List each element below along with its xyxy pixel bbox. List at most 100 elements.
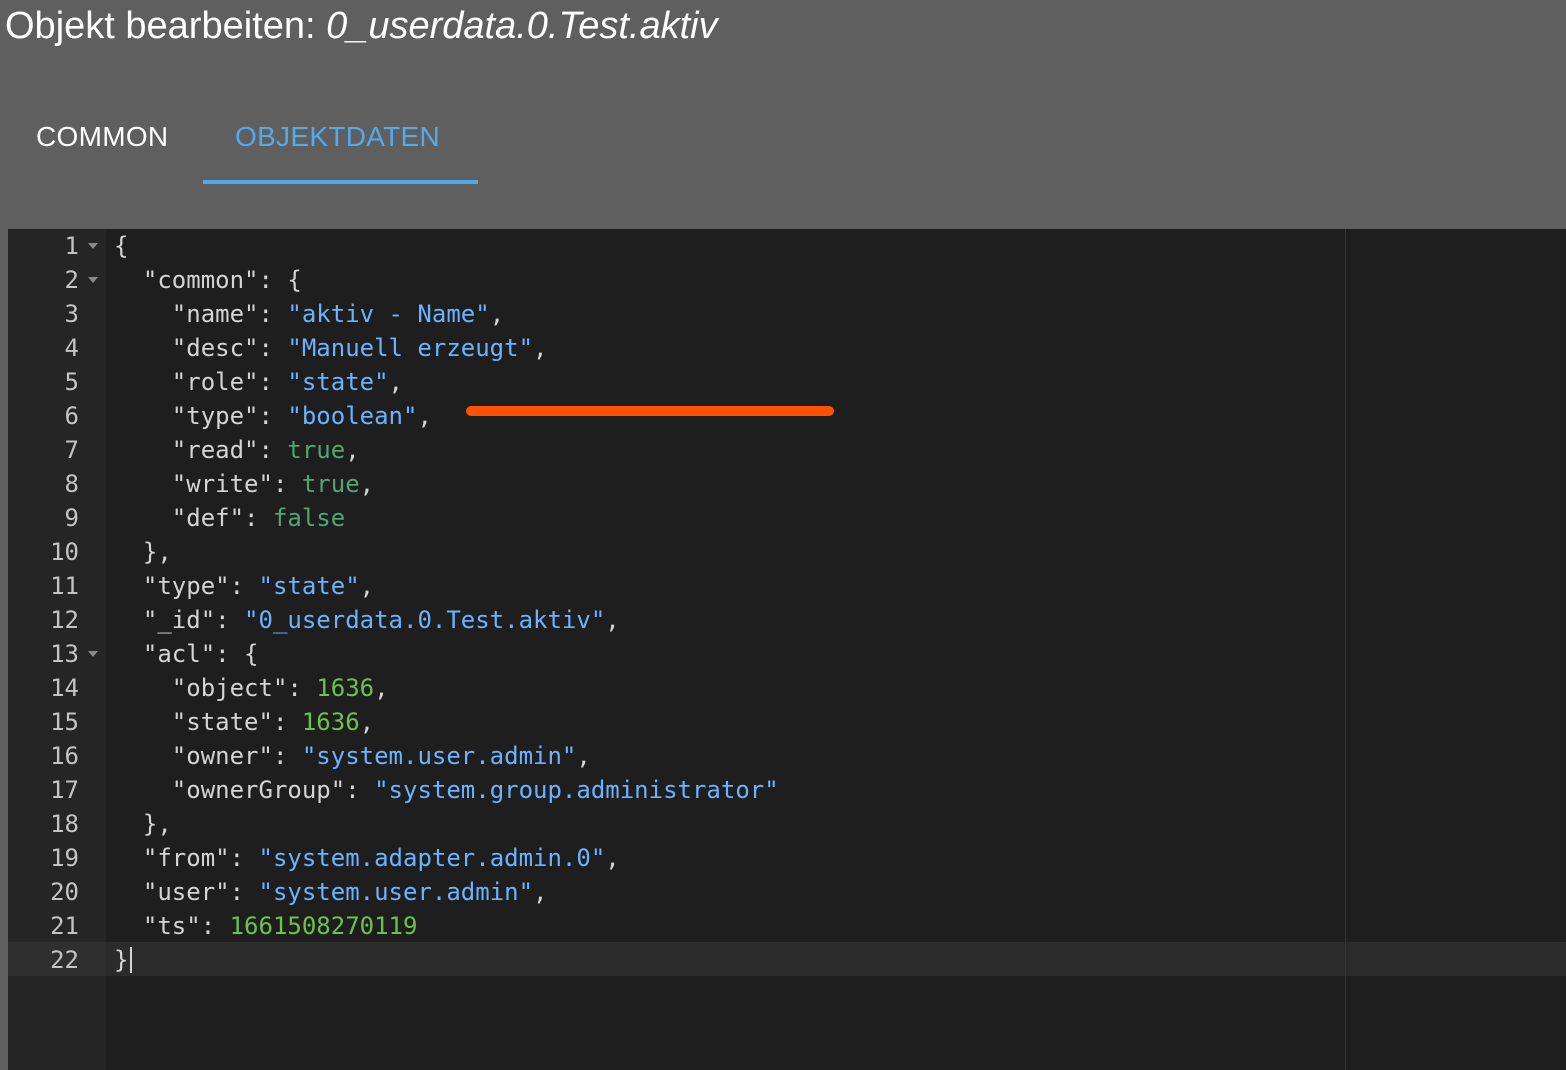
code-line: "desc": "Manuell erzeugt", [114, 331, 548, 365]
dialog-header: Objekt bearbeiten: 0_userdata.0.Test.akt… [0, 0, 1566, 229]
code-token: , [605, 844, 620, 872]
code-line: "role": "state", [114, 365, 403, 399]
code-token: "desc": [114, 334, 288, 362]
code-token: }, [114, 810, 172, 838]
active-tab-indicator [203, 180, 478, 184]
code-token: , [533, 878, 548, 906]
fold-toggle-icon[interactable] [88, 651, 98, 657]
code-token: "type": [114, 572, 259, 600]
tab-objektdaten[interactable]: OBJEKTDATEN [235, 118, 440, 156]
code-token: , [576, 742, 591, 770]
code-token: "ownerGroup": [114, 776, 375, 804]
code-token: "def": [114, 504, 273, 532]
print-margin [1345, 229, 1346, 1070]
code-token: { [114, 232, 129, 260]
title-object-id: 0_userdata.0.Test.aktiv [326, 5, 718, 47]
code-token: "common": { [114, 266, 302, 294]
line-number: 3 [64, 300, 79, 328]
json-code-editor[interactable]: 1 {2 "common": { 3 "name": "aktiv - Name",… [8, 229, 1566, 1070]
code-token: "object": [114, 674, 317, 702]
line-number: 4 [64, 334, 79, 362]
title-prefix: Objekt bearbeiten: [5, 5, 327, 47]
code-token: , [374, 674, 389, 702]
code-token: "state" [287, 368, 389, 396]
code-line: "write": true, [114, 467, 374, 501]
code-token: true [287, 436, 346, 464]
code-line: }, [114, 535, 172, 569]
code-token: true [301, 470, 360, 498]
code-line: "user": "system.user.admin", [114, 875, 548, 909]
code-token: "state": [114, 708, 302, 736]
code-token: "name": [114, 300, 288, 328]
line-number: 17 [50, 776, 79, 804]
code-token: "_id": [114, 606, 245, 634]
code-line: "from": "system.adapter.admin.0", [114, 841, 620, 875]
line-number: 19 [50, 844, 79, 872]
code-token: "user": [114, 878, 259, 906]
line-number: 20 [50, 878, 79, 906]
code-token: "aktiv - Name" [287, 300, 490, 328]
code-token: "system.adapter.admin.0" [258, 844, 606, 872]
code-token: , [489, 300, 505, 328]
code-token: "role": [114, 368, 288, 396]
code-token: , [359, 708, 375, 736]
code-token: false [272, 504, 346, 532]
code-line: "object": 1636, [114, 671, 389, 705]
code-token: "write": [114, 470, 302, 498]
line-number: 5 [64, 368, 79, 396]
text-cursor [130, 947, 132, 973]
line-number: 14 [50, 674, 79, 702]
code-token: "ts": [114, 912, 230, 940]
active-line-highlight [8, 942, 1566, 976]
code-line: } [114, 943, 128, 977]
code-token: "system.user.admin" [258, 878, 534, 906]
code-token: "Manuell erzeugt" [287, 334, 534, 362]
code-line: "def": false [114, 501, 345, 535]
dialog-title: Objekt bearbeiten: 0_userdata.0.Test.akt… [5, 2, 718, 50]
line-number: 22 [50, 946, 79, 974]
code-token: "boolean" [287, 402, 418, 430]
code-token: "system.group.administrator" [374, 776, 779, 804]
code-token: 1636 [301, 708, 360, 736]
code-token: }, [114, 538, 172, 566]
line-number: 15 [50, 708, 79, 736]
code-token: "from": [114, 844, 259, 872]
code-line: "ownerGroup": "system.group.administrato… [114, 773, 779, 807]
line-number: 6 [64, 402, 79, 430]
code-token: , [359, 470, 375, 498]
code-line: "_id": "0_userdata.0.Test.aktiv", [114, 603, 620, 637]
code-token: , [605, 606, 620, 634]
line-number: 18 [50, 810, 79, 838]
code-line: }, [114, 807, 172, 841]
code-line: "common": { [114, 263, 302, 297]
line-number: 21 [50, 912, 79, 940]
line-number: 12 [50, 606, 79, 634]
line-number: 9 [64, 504, 79, 532]
fold-toggle-icon[interactable] [88, 243, 98, 249]
line-number: 10 [50, 538, 79, 566]
tab-common[interactable]: COMMON [36, 118, 168, 156]
code-line: "type": "boolean", [114, 399, 432, 433]
code-token: "state" [258, 572, 360, 600]
line-number: 2 [64, 266, 79, 294]
code-token: , [388, 368, 403, 396]
code-line: "read": true, [114, 433, 360, 467]
code-token: "acl": { [114, 640, 259, 668]
code-line: "ts": 1661508270119 [114, 909, 418, 943]
code-token: , [345, 436, 360, 464]
code-token: "system.user.admin" [301, 742, 577, 770]
code-token: 1661508270119 [229, 912, 418, 940]
code-token: "type": [114, 402, 288, 430]
fold-toggle-icon[interactable] [88, 277, 98, 283]
code-token: "owner": [114, 742, 302, 770]
line-number: 1 [64, 232, 79, 260]
line-number: 16 [50, 742, 79, 770]
code-line: "name": "aktiv - Name", [114, 297, 504, 331]
line-number: 8 [64, 470, 79, 498]
code-line: "owner": "system.user.admin", [114, 739, 591, 773]
code-token: "0_userdata.0.Test.aktiv" [244, 606, 606, 634]
code-token: } [114, 946, 129, 974]
code-line: { [114, 229, 128, 263]
annotation-underline-mark [466, 406, 834, 416]
line-number: 11 [50, 572, 79, 600]
